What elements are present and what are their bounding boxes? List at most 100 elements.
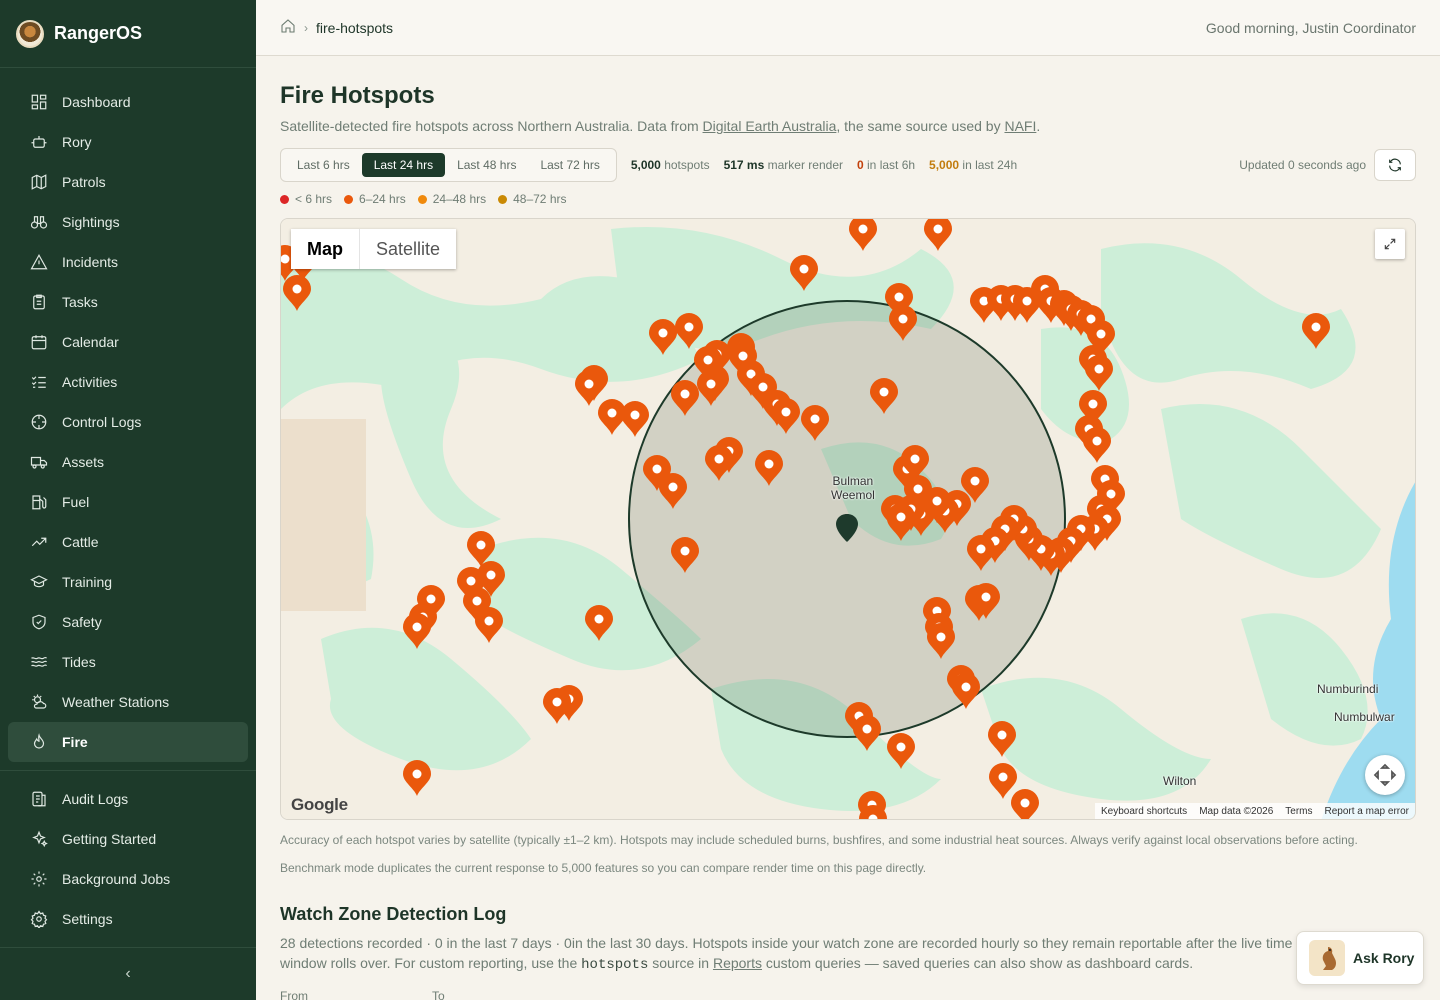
camera-control-button[interactable] — [1365, 755, 1405, 795]
sidebar-item-label: Fuel — [62, 494, 90, 510]
breadcrumb: › fire-hotspots — [280, 18, 393, 37]
sidebar-item-tasks[interactable]: Tasks — [8, 282, 248, 322]
sidebar-item-label: Rory — [62, 134, 92, 150]
sidebar-item-dashboard[interactable]: Dashboard — [8, 82, 248, 122]
refresh-button[interactable] — [1374, 149, 1416, 181]
legend-item: 24–48 hrs — [417, 192, 486, 206]
fullscreen-button[interactable] — [1375, 229, 1405, 259]
range-last-24-hrs-button[interactable]: Last 24 hrs — [361, 153, 446, 177]
waves-icon — [30, 653, 48, 671]
sidebar-item-activities[interactable]: Activities — [8, 362, 248, 402]
map-data-text: Map data ©2026 — [1199, 805, 1274, 817]
hotspot-map[interactable]: Bulman Weemol Numburindi Numbulwar Wilton… — [280, 218, 1416, 820]
sidebar-item-label: Cattle — [62, 534, 99, 550]
sidebar-item-label: Background Jobs — [62, 871, 171, 887]
range-last-72-hrs-button[interactable]: Last 72 hrs — [528, 153, 611, 177]
hotspot-count-label: hotspots — [664, 158, 710, 172]
expand-icon — [1384, 238, 1396, 250]
sidebar-item-weather-stations[interactable]: Weather Stations — [8, 682, 248, 722]
trend-icon — [30, 533, 48, 551]
sun-cloud-icon — [30, 693, 48, 711]
sidebar-item-label: Settings — [62, 911, 113, 927]
sidebar-item-sightings[interactable]: Sightings — [8, 202, 248, 242]
sidebar-item-training[interactable]: Training — [8, 562, 248, 602]
range-last-6-hrs-button[interactable]: Last 6 hrs — [285, 153, 362, 177]
sidebar-item-label: Audit Logs — [62, 791, 129, 807]
watch-log-text: custom queries — saved queries can also … — [761, 955, 1194, 971]
legend-dot — [344, 194, 354, 204]
sidebar-item-background-jobs[interactable]: Background Jobs — [8, 859, 248, 899]
move-arrows-icon — [1373, 763, 1397, 787]
legend-label: < 6 hrs — [295, 192, 333, 206]
ask-rory-button[interactable]: Ask Rory — [1296, 931, 1424, 985]
sidebar-item-label: Dashboard — [62, 94, 131, 110]
sidebar-item-tides[interactable]: Tides — [8, 642, 248, 682]
sidebar-item-label: Calendar — [62, 334, 119, 350]
sidebar-item-label: Incidents — [62, 254, 119, 270]
sidebar-item-label: Weather Stations — [62, 694, 170, 710]
hotspot-count-value: 5,000 — [630, 158, 661, 172]
map-place-label: Bulman Weemol — [831, 474, 875, 502]
sidebar-item-control-logs[interactable]: Control Logs — [8, 402, 248, 442]
keyboard-shortcuts-link[interactable]: Keyboard shortcuts — [1095, 806, 1193, 817]
accuracy-note: Accuracy of each hotspot varies by satel… — [280, 833, 1358, 847]
audit-log-icon — [30, 790, 48, 808]
clipboard-icon — [30, 293, 48, 311]
fuel-pump-icon — [30, 493, 48, 511]
sidebar-item-calendar[interactable]: Calendar — [8, 322, 248, 362]
collapse-sidebar-button[interactable]: ‹ — [0, 947, 256, 1000]
map-attribution: Keyboard shortcuts Map data ©2026 Terms … — [1095, 803, 1415, 819]
app-logo — [16, 19, 44, 48]
nafi-link[interactable]: NAFI — [1004, 118, 1036, 134]
page-subtitle: Satellite-detected fire hotspots across … — [280, 118, 1416, 134]
sidebar: RangerOS Dashboard Rory Patrols Sightings In… — [0, 0, 256, 1000]
sidebar-item-getting-started[interactable]: Getting Started — [8, 819, 248, 859]
terms-link[interactable]: Terms — [1279, 806, 1318, 817]
sidebar-item-fuel[interactable]: Fuel — [8, 482, 248, 522]
sidebar-item-cattle[interactable]: Cattle — [8, 522, 248, 562]
last-6h-value: 0 — [856, 158, 864, 172]
app-name: RangerOS — [54, 23, 143, 43]
brand[interactable]: RangerOS — [0, 0, 256, 68]
sidebar-item-audit-logs[interactable]: Audit Logs — [8, 779, 248, 819]
map-type-satellite-button[interactable]: Satellite — [360, 229, 456, 269]
last-24h-label: in last 24h — [962, 158, 1018, 172]
legend-item: 48–72 hrs — [498, 192, 566, 206]
watch-log-text: source in — [648, 955, 713, 971]
google-logo: Google — [291, 795, 348, 814]
age-legend: < 6 hrs 6–24 hrs 24–48 hrs 48–72 hrs — [280, 192, 1416, 206]
map-canvas[interactable] — [281, 219, 1416, 820]
legend-dot — [417, 194, 427, 204]
sidebar-item-rory[interactable]: Rory — [8, 122, 248, 162]
place-weemol: Weemol — [831, 488, 875, 502]
sidebar-item-safety[interactable]: Safety — [8, 602, 248, 642]
subtitle-text: Satellite-detected fire hotspots across … — [280, 118, 703, 134]
watch-log-description: 28 detections recorded · 0 in the last 7… — [280, 933, 1320, 975]
warning-icon — [30, 253, 48, 271]
graduation-cap-icon — [30, 573, 48, 591]
sidebar-item-label: Sightings — [62, 214, 120, 230]
report-map-error-link[interactable]: Report a map error — [1319, 806, 1415, 817]
render-time-label: marker render — [767, 158, 843, 172]
kangaroo-avatar-icon — [1309, 940, 1345, 976]
home-icon[interactable] — [280, 18, 296, 37]
subtitle-text: . — [1036, 118, 1041, 134]
digital-earth-link[interactable]: Digital Earth Australia — [703, 118, 837, 134]
truck-icon — [30, 453, 48, 471]
reports-link[interactable]: Reports — [713, 955, 762, 971]
last-6h-count: 0 in last 6h — [857, 158, 915, 172]
sidebar-item-patrols[interactable]: Patrols — [8, 162, 248, 202]
greeting: Good morning, Justin Coordinator — [1205, 19, 1416, 36]
sidebar-item-fire[interactable]: Fire — [8, 722, 248, 762]
sidebar-item-label: Activities — [62, 374, 118, 390]
sidebar-item-assets[interactable]: Assets — [8, 442, 248, 482]
render-time: 517 ms marker render — [724, 158, 843, 172]
range-last-48-hrs-button[interactable]: Last 48 hrs — [445, 153, 528, 177]
map-icon — [30, 173, 48, 191]
refresh-icon — [1389, 158, 1401, 172]
sidebar-item-incidents[interactable]: Incidents — [8, 242, 248, 282]
sidebar-item-settings[interactable]: Settings — [8, 899, 248, 939]
checklist-icon — [30, 373, 48, 391]
last-6h-label: in last 6h — [867, 158, 916, 172]
map-type-map-button[interactable]: Map — [291, 229, 360, 269]
